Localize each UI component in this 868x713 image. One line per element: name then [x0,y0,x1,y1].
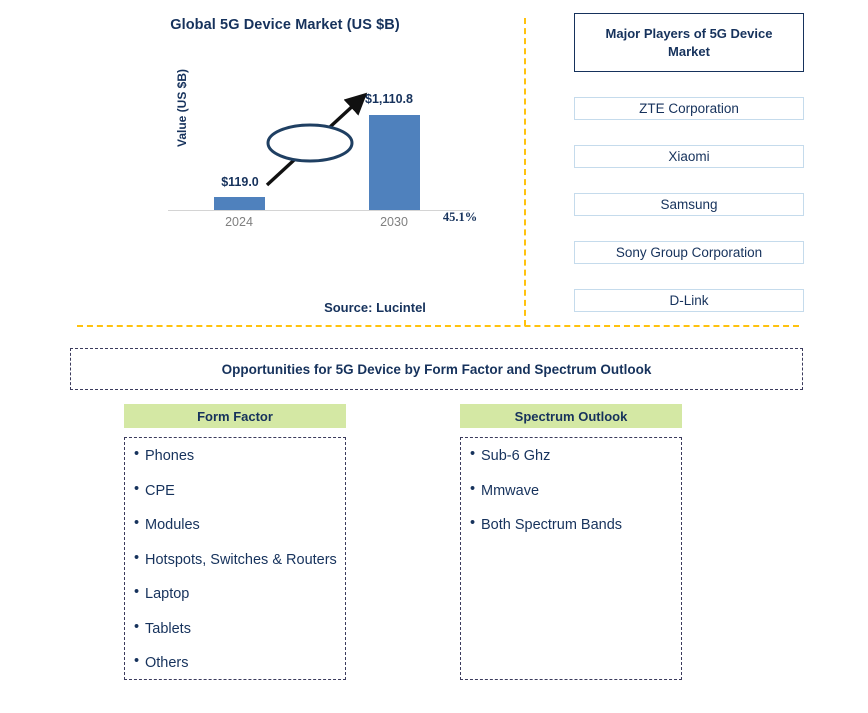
list-item: • Tablets [134,620,341,640]
list-item-label: CPE [145,482,175,499]
form-factor-header: Form Factor [124,404,346,428]
bullet-icon: • [134,515,140,532]
list-item-label: Hotspots, Switches & Routers [145,551,337,568]
form-factor-column: Form Factor • Phones • CPE • Modules • H… [124,404,346,680]
player-item-samsung[interactable]: Samsung [574,193,804,216]
bullet-icon: • [134,618,140,635]
player-item-xiaomi[interactable]: Xiaomi [574,145,804,168]
bullet-icon: • [470,515,476,532]
list-item: • Modules [134,516,341,536]
chart-title: Global 5G Device Market (US $B) [170,17,400,33]
bullet-icon: • [134,653,140,670]
horizontal-divider [77,325,799,327]
player-item-zte[interactable]: ZTE Corporation [574,97,804,120]
list-item-label: Others [145,655,189,672]
player-item-sony[interactable]: Sony Group Corporation [574,241,804,264]
cagr-ellipse [266,123,354,163]
bullet-icon: • [470,446,476,462]
spectrum-outlook-column: Spectrum Outlook • Sub-6 Ghz • Mmwave • … [460,404,682,680]
opportunities-banner: Opportunities for 5G Device by Form Fact… [70,348,803,390]
source-label: Source: Lucintel [324,300,426,315]
list-item: • CPE [134,482,341,502]
list-item: • Hotspots, Switches & Routers [134,551,341,571]
list-item-label: Laptop [145,586,190,603]
bullet-icon: • [470,480,476,497]
bullet-icon: • [134,584,140,601]
major-players-header: Major Players of 5G Device Market [574,13,804,72]
form-factor-list: • Phones • CPE • Modules • Hotspots, Swi… [124,437,346,680]
player-item-dlink[interactable]: D-Link [574,289,804,312]
list-item: • Phones [134,447,341,467]
major-players-panel: Major Players of 5G Device Market ZTE Co… [574,13,804,312]
spectrum-outlook-list: • Sub-6 Ghz • Mmwave • Both Spectrum Ban… [460,437,682,680]
bullet-icon: • [134,446,140,462]
list-item-label: Mmwave [481,482,540,499]
cagr-value-label: 45.1% [442,210,478,224]
list-item: • Both Spectrum Bands [470,516,677,536]
spectrum-outlook-header: Spectrum Outlook [460,404,682,428]
list-item-label: Phones [145,448,195,464]
bullet-icon: • [134,549,140,566]
list-item: • Mmwave [470,482,677,502]
list-item: • Sub-6 Ghz [470,447,677,467]
list-item: • Laptop [134,585,341,605]
list-item-label: Tablets [145,620,191,637]
bullet-icon: • [134,480,140,497]
list-item-label: Modules [145,517,200,534]
infographic-canvas: Global 5G Device Market (US $B) Value (U… [0,0,868,713]
vertical-divider [524,18,526,326]
bar-chart: Value (US $B) $119.0 $1,110.8 2024 2030 … [150,69,490,240]
list-item-label: Both Spectrum Bands [481,517,623,534]
list-item: • Others [134,654,341,674]
list-item-label: Sub-6 Ghz [481,448,551,464]
